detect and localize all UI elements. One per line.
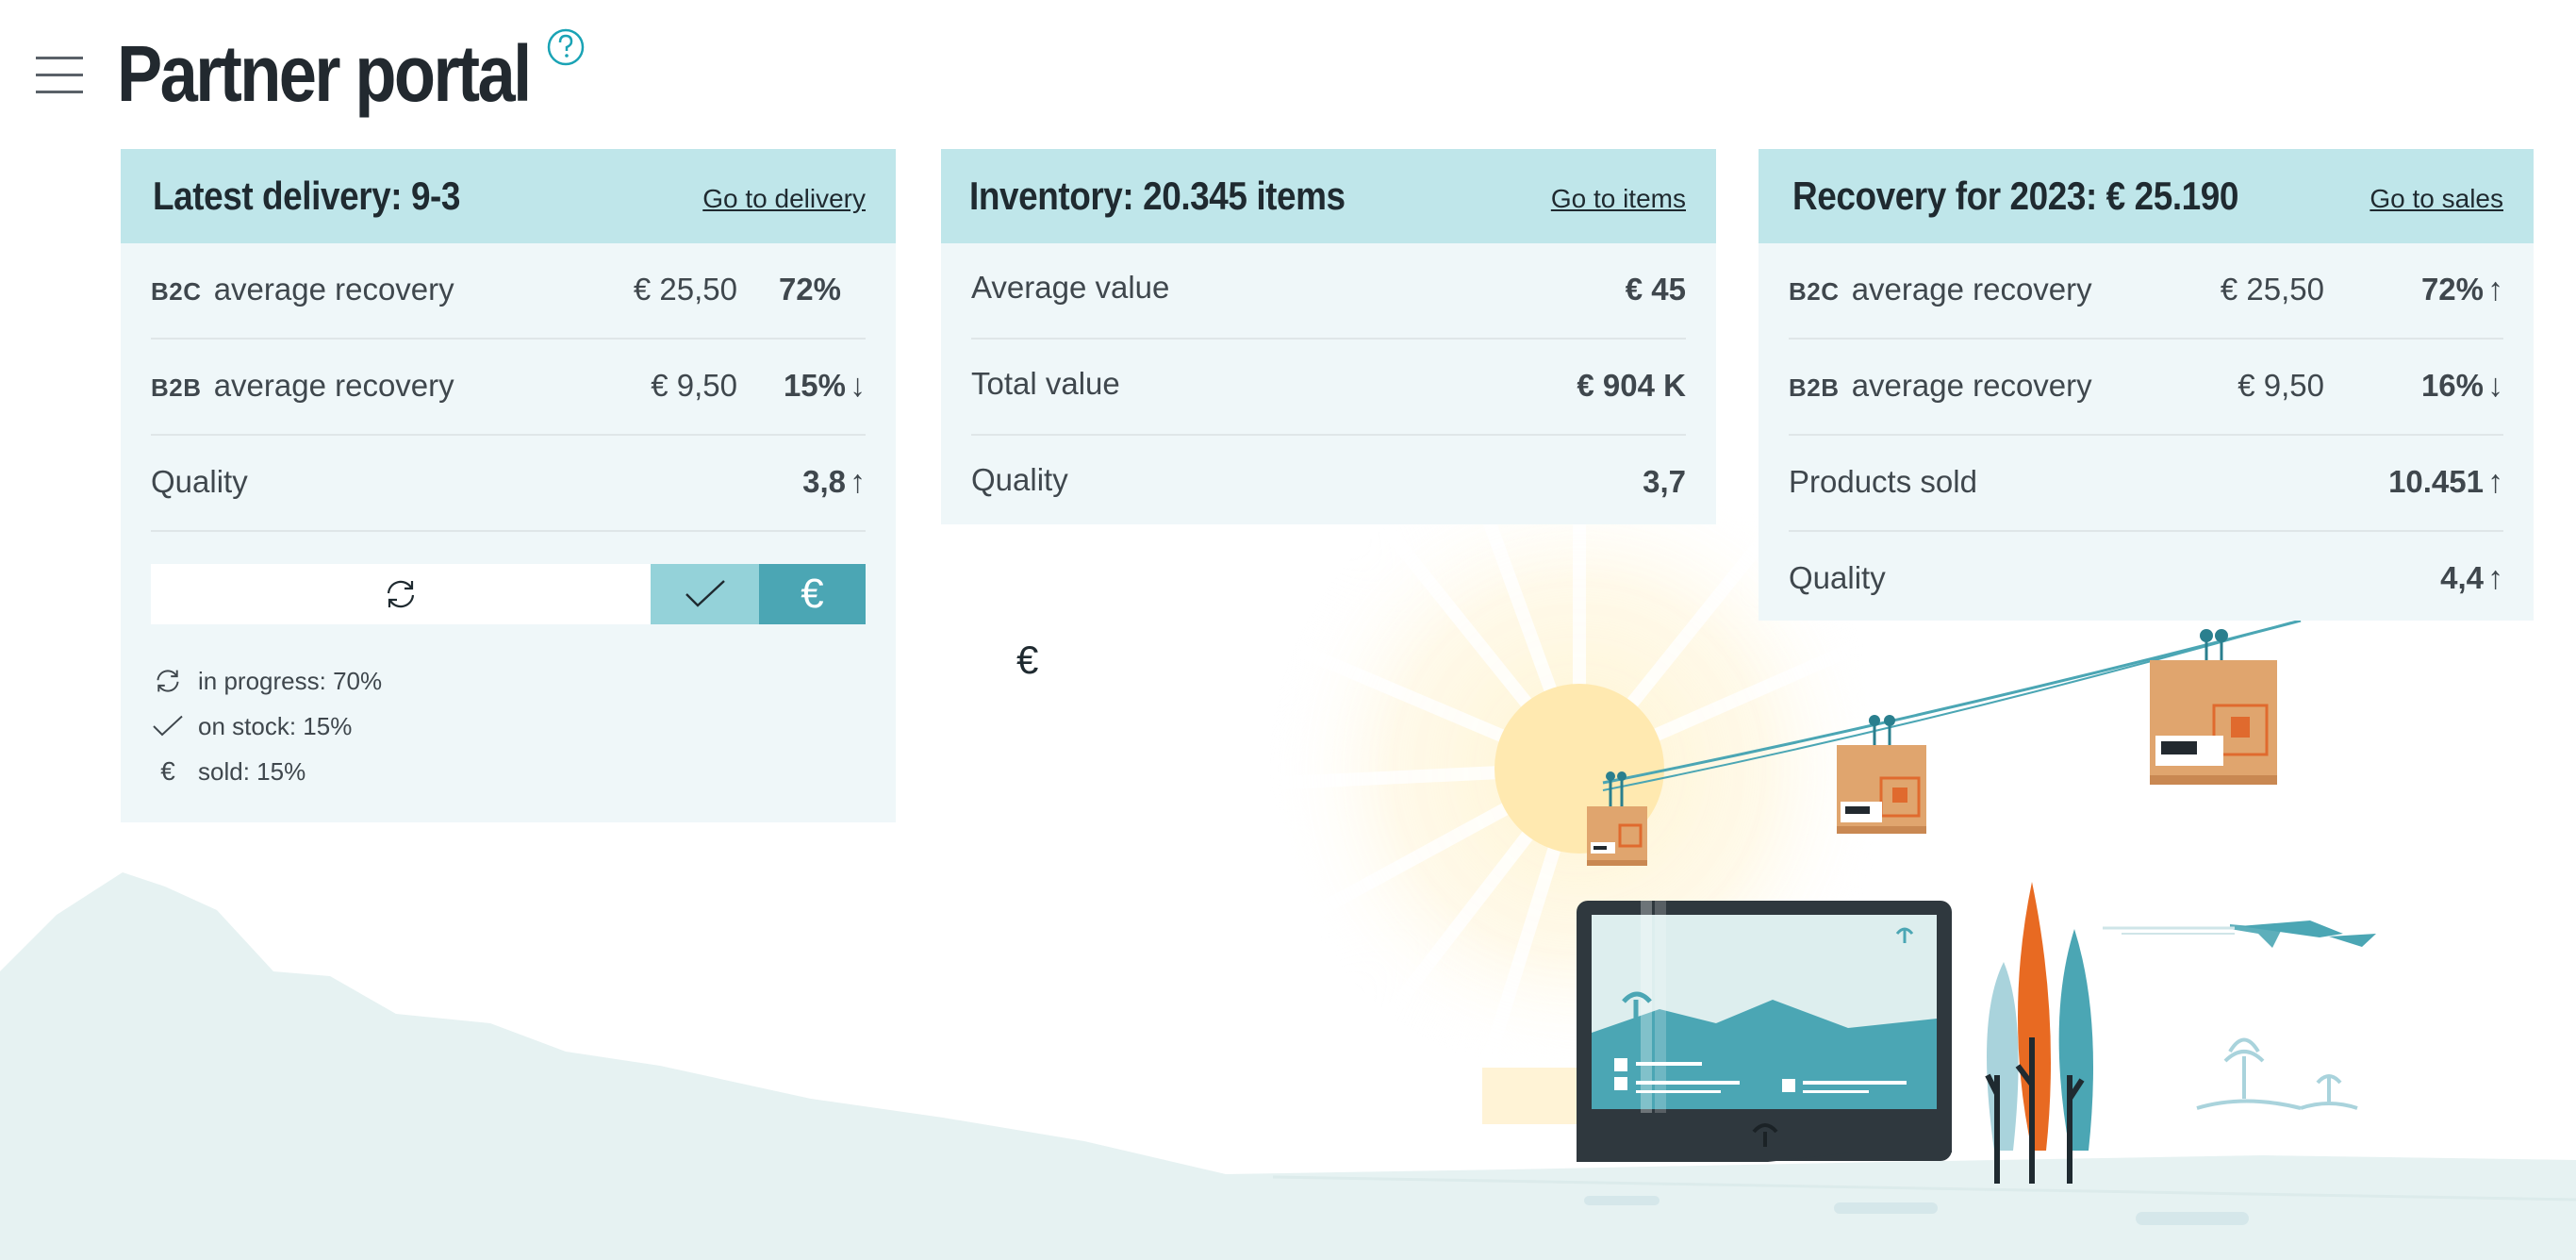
go-to-items-link[interactable]: Go to items (1551, 184, 1686, 214)
row-label: Average value (971, 270, 1170, 305)
quality-row: Quality 3,7 (971, 436, 1686, 530)
row-label: Quality (971, 462, 1068, 497)
arrow-down-icon: ↓ (2487, 368, 2503, 404)
euro-icon: € (160, 756, 175, 786)
question-circle-icon[interactable] (545, 26, 586, 68)
quality-row: Quality 4,4 ↑ (1789, 532, 2503, 626)
arrow-up-icon: ↑ (2487, 560, 2503, 596)
check-icon (151, 709, 185, 743)
b2c-tag: B2C (1789, 277, 1840, 306)
row-amount: € 9,50 (2237, 368, 2324, 403)
row-label: average recovery (213, 368, 454, 403)
row-label: average recovery (1851, 368, 2092, 403)
row-label: Quality (1789, 560, 1886, 595)
row-value: 10.451 (2388, 464, 2484, 499)
arrow-up-icon: ↑ (850, 464, 866, 500)
inventory-card: Inventory: 20.345 items Go to items Aver… (941, 149, 1716, 524)
row-label: Total value (971, 366, 1120, 401)
arrow-up-icon: ↑ (2487, 272, 2503, 307)
check-icon (685, 580, 725, 607)
row-label: Products sold (1789, 464, 1977, 499)
page-title: Partner portal (117, 29, 532, 118)
b2b-tag: B2B (151, 373, 202, 402)
palm-islands-illustration (2196, 1037, 2358, 1110)
average-value-row: Average value € 45 (971, 243, 1686, 340)
b2b-average-recovery-row: B2B average recovery € 9,50 15% ↓ (151, 340, 866, 436)
row-amount: € 25,50 (633, 272, 737, 307)
arrow-down-icon: ↓ (850, 368, 866, 404)
arrow-up-icon: ↑ (2487, 464, 2503, 500)
legend-text: sold: 15% (198, 756, 306, 786)
total-value-row: Total value € 904 K (971, 340, 1686, 436)
refresh-icon (387, 580, 415, 608)
quality-row: Quality 3,8 ↑ (151, 436, 866, 532)
b2c-average-recovery-row: B2C average recovery € 25,50 72% (151, 243, 866, 340)
on-stock-segment[interactable] (651, 564, 759, 624)
go-to-delivery-link[interactable]: Go to delivery (702, 184, 866, 214)
package-large (2150, 629, 2277, 785)
status-legend: in progress: 70% on stock: 15% € sold: 1… (151, 658, 382, 794)
sold-segment[interactable]: € (759, 564, 866, 624)
birds-illustration (2103, 920, 2376, 948)
row-value: 16% (2420, 368, 2484, 403)
hills (0, 872, 2576, 1260)
euro-icon: € (801, 571, 824, 617)
row-label: average recovery (213, 272, 454, 307)
row-value: € 45 (1625, 272, 1686, 307)
row-value: 72% (2420, 272, 2484, 307)
row-value: € 904 K (1577, 368, 1686, 403)
legend-text: in progress: 70% (198, 666, 383, 695)
legend-item-sold: € sold: 15% (151, 749, 382, 794)
go-to-sales-link[interactable]: Go to sales (2370, 184, 2503, 214)
b2b-tag: B2B (1789, 373, 1840, 402)
row-value: 15% (783, 368, 846, 403)
row-value: 72% (778, 272, 841, 307)
products-sold-row: Products sold 10.451 ↑ (1789, 436, 2503, 532)
card-title: Recovery for 2023: € 25.190 (1792, 174, 2239, 218)
row-value: 4,4 (2440, 560, 2484, 595)
euro-symbol: € (1016, 638, 1039, 682)
row-value: 3,8 (802, 464, 846, 499)
row-amount: € 25,50 (2220, 272, 2324, 307)
card-title: Inventory: 20.345 items (969, 174, 1346, 218)
hamburger-menu-icon[interactable] (36, 57, 83, 94)
refresh-icon (151, 664, 185, 698)
b2c-tag: B2C (151, 277, 202, 306)
row-value: 3,7 (1643, 464, 1686, 499)
legend-item-in-progress: in progress: 70% (151, 658, 382, 704)
row-label: Quality (151, 464, 248, 499)
b2b-average-recovery-row: B2B average recovery € 9,50 16% ↓ (1789, 340, 2503, 436)
recovery-card: Recovery for 2023: € 25.190 Go to sales … (1759, 149, 2534, 621)
card-header: Inventory: 20.345 items Go to items (941, 149, 1716, 243)
row-label: average recovery (1851, 272, 2092, 307)
legend-text: on stock: 15% (198, 711, 353, 740)
row-amount: € 9,50 (651, 368, 737, 403)
legend-item-on-stock: on stock: 15% (151, 704, 382, 749)
card-header: Latest delivery: 9-3 Go to delivery (121, 149, 896, 243)
card-title: Latest delivery: 9-3 (153, 174, 461, 218)
in-progress-segment[interactable] (151, 564, 651, 624)
b2c-average-recovery-row: B2C average recovery € 25,50 72% ↑ (1789, 243, 2503, 340)
stock-status-bar: € (151, 564, 866, 624)
card-header: Recovery for 2023: € 25.190 Go to sales (1759, 149, 2534, 243)
trees-illustration (1985, 882, 2093, 1184)
